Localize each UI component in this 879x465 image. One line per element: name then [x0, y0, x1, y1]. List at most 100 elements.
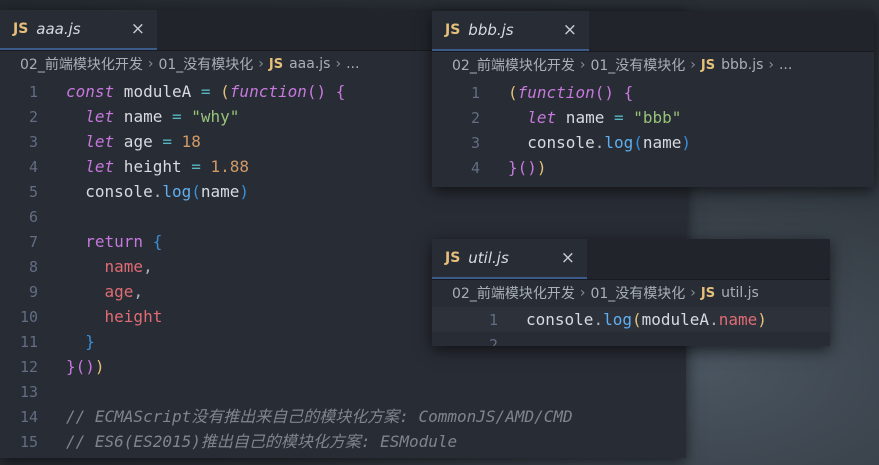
breadcrumb: 02_前端模块化开发 › 01_没有模块化 › JS bbb.js › ... [432, 52, 874, 78]
tab-bar: JS util.js × [432, 239, 830, 280]
code-token: . [594, 133, 605, 152]
code-token: ) [757, 310, 767, 329]
editor-bbb: JS bbb.js × 02_前端模块化开发 › 01_没有模块化 › JS b… [432, 11, 874, 187]
code-token: "why" [191, 107, 240, 126]
code-line[interactable]: 2 [432, 332, 830, 346]
breadcrumb-folder[interactable]: 02_前端模块化开发 [452, 283, 575, 303]
breadcrumb-folder[interactable]: 01_没有模块化 [590, 55, 685, 75]
code-token: log [162, 182, 192, 201]
code-token: ( [508, 83, 518, 102]
code-token: ) [94, 357, 105, 376]
code-token: { [623, 83, 634, 102]
code-token: let [85, 132, 115, 151]
line-number: 5 [28, 183, 38, 201]
line-number: 6 [28, 208, 38, 226]
chevron-right-icon: › [579, 57, 586, 73]
breadcrumb-folder[interactable]: 02_前端模块化开发 [20, 54, 143, 74]
close-icon[interactable]: × [131, 19, 145, 39]
code-line[interactable]: 15 // ES6(ES2015)推出自己的模块化方案: ESModule [0, 429, 686, 454]
chevron-right-icon: › [335, 56, 342, 72]
code-token: ( [633, 133, 643, 152]
js-file-icon: JS [13, 21, 29, 37]
code-token: height [104, 307, 163, 326]
breadcrumb-file[interactable]: bbb.js [721, 57, 763, 73]
code-line[interactable]: 4}()) [432, 155, 874, 180]
code-area[interactable]: 1 (function() { 2 let name = "bbb" 3 cons… [432, 78, 874, 187]
code-token: age [104, 282, 134, 301]
breadcrumb-folder[interactable]: 02_前端模块化开发 [452, 55, 575, 75]
code-token: () [75, 357, 95, 376]
code-token: ) [536, 158, 547, 177]
code-token: = [191, 157, 201, 176]
line-number: 2 [488, 336, 498, 346]
code-token: let [85, 157, 115, 176]
tab-bbb-js[interactable]: JS bbb.js × [432, 11, 589, 51]
breadcrumb-file[interactable]: util.js [721, 285, 759, 301]
code-line[interactable]: 3 console.log(name) [432, 130, 874, 155]
code-token: ( [220, 82, 230, 101]
code-line[interactable]: 5 [432, 180, 874, 187]
close-icon[interactable]: × [563, 20, 577, 40]
editor-util: JS util.js × 02_前端模块化开发 › 01_没有模块化 › JS … [432, 239, 830, 346]
code-area[interactable]: 1 console.log(moduleA.name) 2 [432, 306, 830, 346]
chevron-right-icon: › [147, 56, 154, 72]
tab-label: util.js [468, 249, 509, 267]
code-line[interactable]: 1 (function() { [432, 80, 874, 105]
breadcrumb-folder[interactable]: 01_没有模块化 [590, 283, 685, 303]
tab-util-js[interactable]: JS util.js × [432, 239, 587, 279]
code-line[interactable]: 13 [0, 379, 686, 404]
js-file-icon: JS [700, 57, 716, 73]
tab-label: aaa.js [36, 20, 81, 38]
code-token: name [104, 257, 144, 276]
code-token: height [114, 157, 192, 176]
close-icon[interactable]: × [561, 248, 575, 268]
code-token: = [613, 108, 624, 127]
line-number: 9 [28, 283, 38, 301]
code-comment: // ECMAScript没有推出来自己的模块化方案: CommonJS/AMD… [66, 407, 573, 426]
code-line[interactable]: 14 // ECMAScript没有推出来自己的模块化方案: CommonJS/A… [0, 404, 686, 429]
line-number: 4 [28, 158, 38, 176]
breadcrumb-more[interactable]: ... [346, 56, 359, 72]
code-token: , [133, 282, 144, 301]
code-line[interactable]: 1 console.log(moduleA.name) [432, 307, 830, 332]
code-token: let [85, 107, 115, 126]
code-token: } [508, 158, 518, 177]
breadcrumb-more[interactable]: ... [779, 57, 792, 73]
tab-aaa-js[interactable]: JS aaa.js × [0, 10, 157, 50]
code-token: console [85, 182, 153, 201]
breadcrumb-folder[interactable]: 01_没有模块化 [158, 54, 253, 74]
code-token: log [603, 310, 632, 329]
chevron-right-icon: › [768, 57, 774, 73]
line-number: 13 [19, 383, 38, 401]
line-number: 5 [432, 181, 508, 187]
code-token: = [200, 82, 211, 101]
chevron-right-icon: › [690, 57, 696, 73]
line-number: 14 [19, 408, 38, 426]
line-number: 7 [28, 233, 38, 251]
code-token: . [152, 182, 163, 201]
code-token: function [517, 83, 595, 102]
code-token: name [200, 182, 240, 201]
code-token: () [306, 82, 327, 101]
code-token: ( [191, 182, 201, 201]
breadcrumb-file[interactable]: aaa.js [289, 56, 330, 72]
js-file-icon: JS [445, 250, 461, 266]
code-token: { [335, 82, 346, 101]
code-token: 1.88 [210, 157, 250, 176]
code-token: age [114, 132, 163, 151]
line-number: 11 [19, 333, 38, 351]
js-file-icon: JS [268, 56, 284, 72]
line-number: 2 [28, 108, 38, 126]
code-line[interactable]: 6 [0, 204, 686, 229]
code-line[interactable]: 2 let name = "bbb" [432, 105, 874, 130]
line-number: 1 [470, 84, 480, 102]
line-number: 1 [28, 83, 38, 101]
code-line[interactable]: 12}()) [0, 354, 686, 379]
chevron-right-icon: › [258, 56, 264, 72]
